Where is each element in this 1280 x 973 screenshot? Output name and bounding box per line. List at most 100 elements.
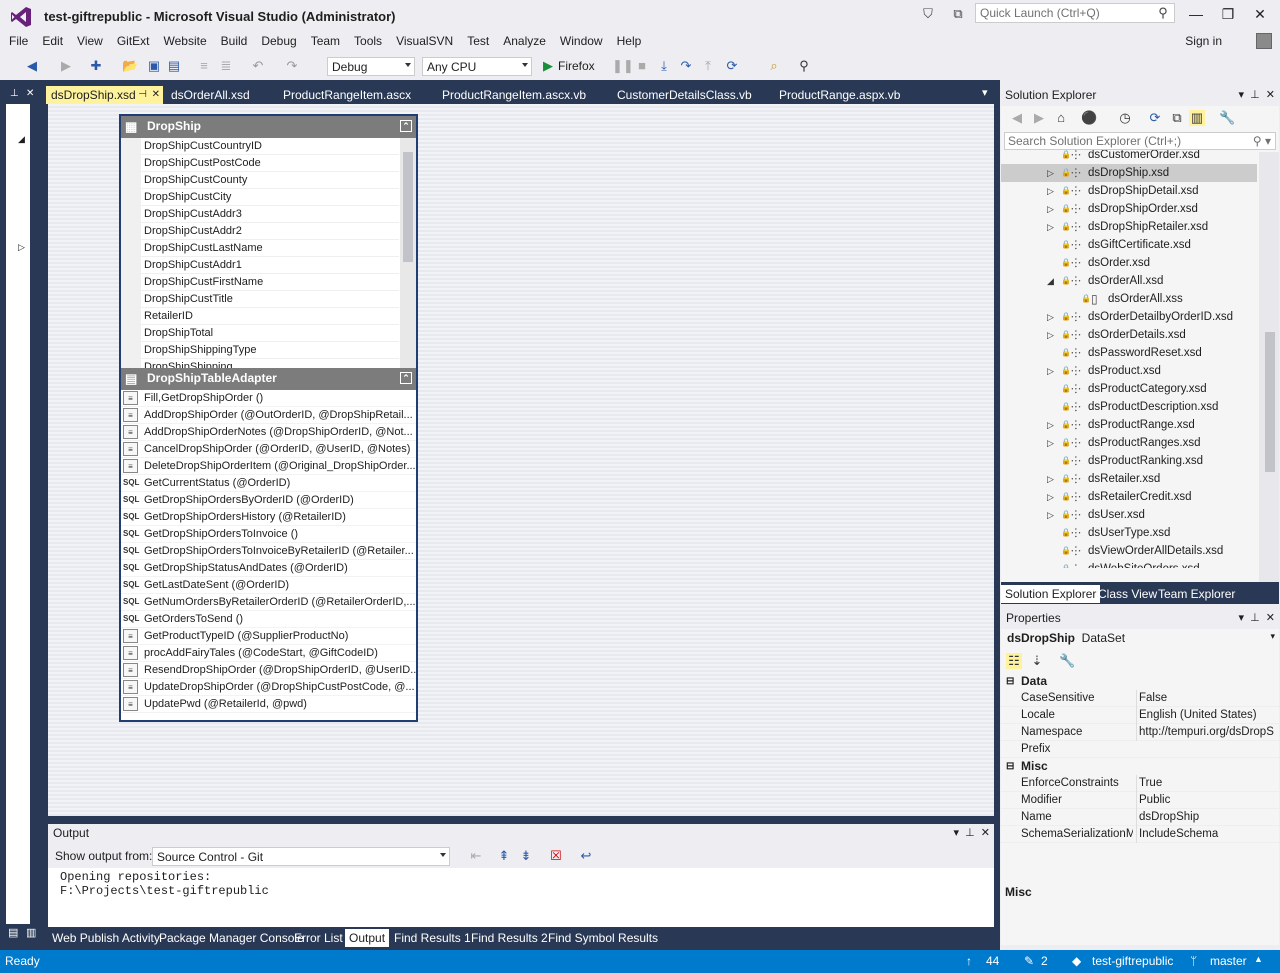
- tab-find-results-1[interactable]: Find Results 1: [390, 929, 475, 947]
- window-controls[interactable]: ▾ ⊥ ✕: [1238, 611, 1275, 624]
- pin-icon[interactable]: ⊥: [10, 88, 19, 99]
- query-row[interactable]: ≡ CancelDropShipOrder (@OrderID, @UserID,…: [121, 441, 416, 458]
- solution-tree-item[interactable]: 🔒 ⸭ dsViewOrderAllDetails.xsd: [1001, 542, 1257, 560]
- refresh-icon[interactable]: ⟳: [724, 58, 740, 74]
- expand-arrow-icon[interactable]: ▷: [1047, 182, 1054, 200]
- property-row[interactable]: EnforceConstraints True: [1001, 775, 1279, 792]
- step-over-icon[interactable]: ↷: [678, 58, 694, 74]
- solution-tree-item[interactable]: ▷ 🔒 ⸭ dsDropShip.xsd: [1001, 164, 1257, 182]
- solution-tree-item[interactable]: ▷ 🔒 ⸭ dsDropShipRetailer.xsd: [1001, 218, 1257, 236]
- collapse-icon[interactable]: ⌃: [400, 372, 412, 384]
- scroll-thumb[interactable]: [403, 152, 413, 262]
- close-icon[interactable]: ✕: [152, 86, 160, 104]
- open-file-icon[interactable]: 📂: [122, 58, 138, 74]
- query-row[interactable]: SQL GetDropShipOrdersToInvoice (): [121, 526, 416, 543]
- output-text[interactable]: Opening repositories: F:\Projects\test-g…: [48, 868, 994, 900]
- menu-gitext[interactable]: GitExt: [110, 32, 157, 50]
- column-row[interactable]: DropShipCustAddr1: [141, 257, 399, 274]
- solution-tree-item[interactable]: 🔒 ⸭ dsProductRanking.xsd: [1001, 452, 1257, 470]
- solution-tree-item[interactable]: 🔒 ⸭ dsProductDescription.xsd: [1001, 398, 1257, 416]
- alphabetical-icon[interactable]: ⇣: [1029, 653, 1045, 669]
- solution-tree-item[interactable]: 🔒 ⸭ dsCustomerOrder.xsd: [1001, 150, 1257, 164]
- expand-arrow-icon[interactable]: ▷: [1047, 308, 1054, 326]
- branch-name[interactable]: master: [1210, 954, 1247, 968]
- search-icon[interactable]: ⚲: [796, 58, 812, 74]
- avatar[interactable]: [1256, 33, 1272, 49]
- minimize-button[interactable]: —: [1186, 6, 1206, 22]
- tab-dsorderall[interactable]: dsOrderAll.xsd: [166, 86, 255, 104]
- solution-explorer-search[interactable]: Search Solution Explorer (Ctrl+;) ⚲ ▾: [1004, 132, 1276, 150]
- expand-arrow-icon[interactable]: ▷: [1047, 434, 1054, 452]
- query-row[interactable]: ≡ GetProductTypeID (@SupplierProductNo): [121, 628, 416, 645]
- feedback-icon[interactable]: ⧉: [950, 6, 966, 22]
- tab-customerdetailsclass[interactable]: CustomerDetailsClass.vb: [612, 86, 757, 104]
- tab-find-symbol-results[interactable]: Find Symbol Results: [544, 929, 662, 947]
- save-icon[interactable]: ▣: [146, 58, 162, 74]
- home-icon[interactable]: ⌂: [1053, 110, 1069, 126]
- start-icon[interactable]: ▶: [540, 58, 556, 74]
- restore-button[interactable]: ❐: [1218, 6, 1238, 23]
- tab-output[interactable]: Output: [345, 929, 390, 947]
- configuration-select[interactable]: Debug: [327, 57, 415, 76]
- solution-tree-item[interactable]: ▷ 🔒 ⸭ dsRetailer.xsd: [1001, 470, 1257, 488]
- query-row[interactable]: ≡ ResendDropShipOrder (@DropShipOrderID, …: [121, 662, 416, 679]
- comment-icon[interactable]: ≡: [196, 58, 212, 74]
- git-changes-icon[interactable]: ⚫: [1081, 110, 1097, 126]
- column-row[interactable]: DropShipCustFirstName: [141, 274, 399, 291]
- property-category[interactable]: ⊟ Data: [1001, 673, 1279, 690]
- server-explorer-icon[interactable]: ▥: [26, 926, 36, 939]
- expand-arrow-icon[interactable]: ▷: [1047, 164, 1054, 182]
- column-row[interactable]: DropShipCustCounty: [141, 172, 399, 189]
- redo-icon[interactable]: ↷: [284, 58, 300, 74]
- undo-icon[interactable]: ↶: [250, 58, 266, 74]
- query-row[interactable]: ≡ Fill,GetDropShipOrder (): [121, 390, 416, 407]
- back-icon[interactable]: ◀: [24, 58, 40, 74]
- filter-icon[interactable]: ⛉: [920, 6, 936, 22]
- query-row[interactable]: SQL GetCurrentStatus (@OrderID): [121, 475, 416, 492]
- uncomment-icon[interactable]: ≣: [218, 58, 234, 74]
- property-pages-icon[interactable]: 🔧: [1059, 653, 1075, 669]
- solution-tree-item[interactable]: 🔒 ⸭ dsProductCategory.xsd: [1001, 380, 1257, 398]
- menu-view[interactable]: View: [70, 32, 110, 50]
- back-icon[interactable]: ◀: [1009, 110, 1025, 126]
- expand-arrow-icon[interactable]: ▷: [1047, 416, 1054, 434]
- property-row[interactable]: Name dsDropShip: [1001, 809, 1279, 826]
- forward-icon[interactable]: ▶: [58, 58, 74, 74]
- column-row[interactable]: DropShipCustCity: [141, 189, 399, 206]
- tab-package-manager-console[interactable]: Package Manager Console: [155, 929, 308, 947]
- show-all-files-icon[interactable]: ▥: [1189, 110, 1205, 126]
- column-row[interactable]: DropShipShipping: [141, 359, 399, 368]
- query-row[interactable]: ≡ AddDropShipOrder (@OutOrderID, @DropShi…: [121, 407, 416, 424]
- query-row[interactable]: SQL GetDropShipOrdersByOrderID (@OrderID): [121, 492, 416, 509]
- solution-tree-item[interactable]: 🔒 ⸭ dsPasswordReset.xsd: [1001, 344, 1257, 362]
- property-value[interactable]: True: [1136, 775, 1274, 792]
- pause-icon[interactable]: ❚❚: [612, 58, 634, 74]
- close-button[interactable]: ✕: [1250, 6, 1270, 23]
- tab-error-list[interactable]: Error List: [290, 929, 347, 947]
- property-value[interactable]: English (United States): [1136, 707, 1274, 724]
- property-value[interactable]: IncludeSchema: [1136, 826, 1274, 843]
- query-row[interactable]: SQL GetNumOrdersByRetailerOrderID (@Retai…: [121, 594, 416, 611]
- pending-changes-count[interactable]: 2: [1041, 954, 1048, 968]
- next-message-icon[interactable]: ⇟: [518, 848, 534, 864]
- solution-tree-item[interactable]: 🔒 ⸭ dsUserType.xsd: [1001, 524, 1257, 542]
- step-out-icon[interactable]: ⤒: [700, 58, 716, 74]
- properties-object-select[interactable]: dsDropShip DataSet ▾: [1001, 629, 1279, 649]
- step-into-icon[interactable]: ⤓: [656, 58, 672, 74]
- refresh-icon[interactable]: ⟳: [1147, 110, 1163, 126]
- menu-test[interactable]: Test: [460, 32, 496, 50]
- column-row[interactable]: DropShipCustLastName: [141, 240, 399, 257]
- property-row[interactable]: Namespace http://tempuri.org/dsDropSh: [1001, 724, 1279, 741]
- collapse-icon[interactable]: ⌃: [400, 120, 412, 132]
- query-row[interactable]: SQL GetOrdersToSend (): [121, 611, 416, 628]
- property-row[interactable]: Prefix: [1001, 741, 1279, 758]
- tab-productrange-aspx-vb[interactable]: ProductRange.aspx.vb: [774, 86, 905, 104]
- column-row[interactable]: RetailerID: [141, 308, 399, 325]
- solution-tree-item[interactable]: 🔒 ⸭ dsOrder.xsd: [1001, 254, 1257, 272]
- tab-dsdropship[interactable]: dsDropShip.xsd ⊣ ✕: [46, 86, 163, 104]
- column-row[interactable]: DropShipCustPostCode: [141, 155, 399, 172]
- property-category[interactable]: ⊟ Misc: [1001, 758, 1279, 775]
- expand-arrow-icon[interactable]: ▷: [1047, 326, 1054, 344]
- column-row[interactable]: DropShipTotal: [141, 325, 399, 342]
- collapse-icon[interactable]: ⊟: [1006, 673, 1014, 690]
